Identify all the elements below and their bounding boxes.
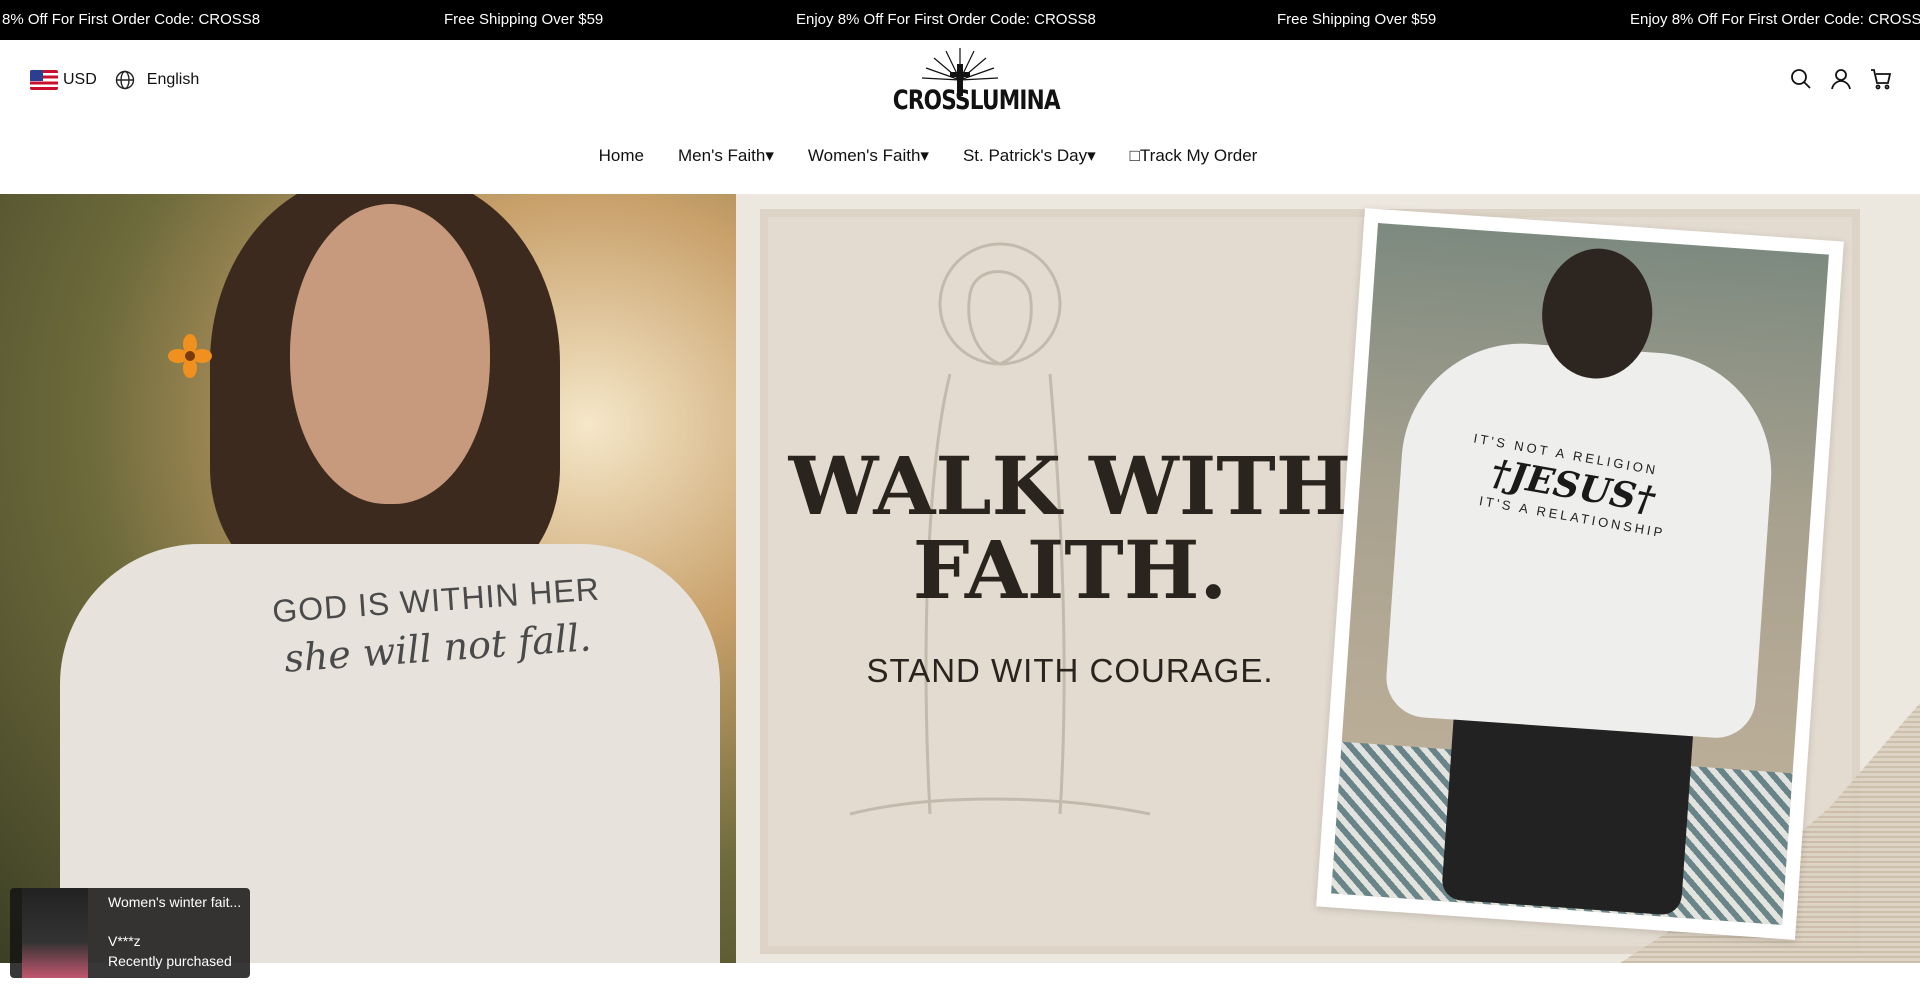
announcement-item: Enjoy 8% Off For First Order Code: CROSS… <box>1630 11 1920 28</box>
announcement-bar: 8% Off For First Order Code: CROSS8 Free… <box>0 0 1920 40</box>
us-flag-icon[interactable] <box>30 70 58 90</box>
toast-buyer: V***z <box>108 933 141 949</box>
model-face <box>290 204 490 504</box>
language-selector[interactable]: English <box>147 71 199 89</box>
nav-item-track-my-order[interactable]: □Track My Order <box>1130 146 1258 166</box>
nav-item-womens-faith[interactable]: Women's Faith▾ <box>808 146 929 166</box>
product-photo: IT'S NOT A RELIGION †JESUS† IT'S A RELAT… <box>1331 223 1829 925</box>
hero-banner[interactable]: GOD IS WITHIN HER she will not fall. WAL… <box>0 194 1920 963</box>
cart-icon[interactable] <box>1870 68 1892 90</box>
toast-status: Recently purchased <box>108 953 232 969</box>
announcement-item: 8% Off For First Order Code: CROSS8 <box>2 11 261 28</box>
account-icon[interactable] <box>1830 68 1852 90</box>
globe-icon[interactable] <box>115 70 135 90</box>
flower-icon <box>168 334 212 378</box>
toast-product-image <box>22 888 88 978</box>
hero-title: WALK WITH FAITH. <box>788 439 1352 617</box>
nav-item-home[interactable]: Home <box>599 146 644 166</box>
nav-item-mens-faith[interactable]: Men's Faith▾ <box>678 146 774 166</box>
recent-purchase-toast[interactable]: Women's winter fait... V***z Recently pu… <box>10 888 250 978</box>
nav-item-st-patricks-day[interactable]: St. Patrick's Day▾ <box>963 146 1096 166</box>
toast-product-title: Women's winter fait... <box>108 894 242 910</box>
hero-subtitle: STAND WITH COURAGE. <box>866 652 1274 689</box>
announcement-item: Free Shipping Over $59 <box>1277 11 1437 28</box>
announcement-item: Enjoy 8% Off For First Order Code: CROSS… <box>796 11 1096 28</box>
logo-text: CROSSLUMINA <box>892 85 1061 116</box>
site-logo[interactable]: CROSSLUMINA <box>876 44 1061 118</box>
photo-sweater <box>1383 335 1780 741</box>
main-nav: Home Men's Faith▾ Women's Faith▾ St. Pat… <box>0 146 1920 166</box>
site-header: USD English CROSSLUMINA Home Men's Faith… <box>0 40 1920 194</box>
hero-left-photo: GOD IS WITHIN HER she will not fall. <box>0 194 736 963</box>
product-photo-frame: IT'S NOT A RELIGION †JESUS† IT'S A RELAT… <box>1316 208 1844 940</box>
currency-selector[interactable]: USD <box>63 71 97 89</box>
announcement-item: Free Shipping Over $59 <box>444 11 604 28</box>
header-actions <box>1790 68 1892 90</box>
search-icon[interactable] <box>1790 68 1812 90</box>
locale-selector: USD English <box>30 70 199 90</box>
